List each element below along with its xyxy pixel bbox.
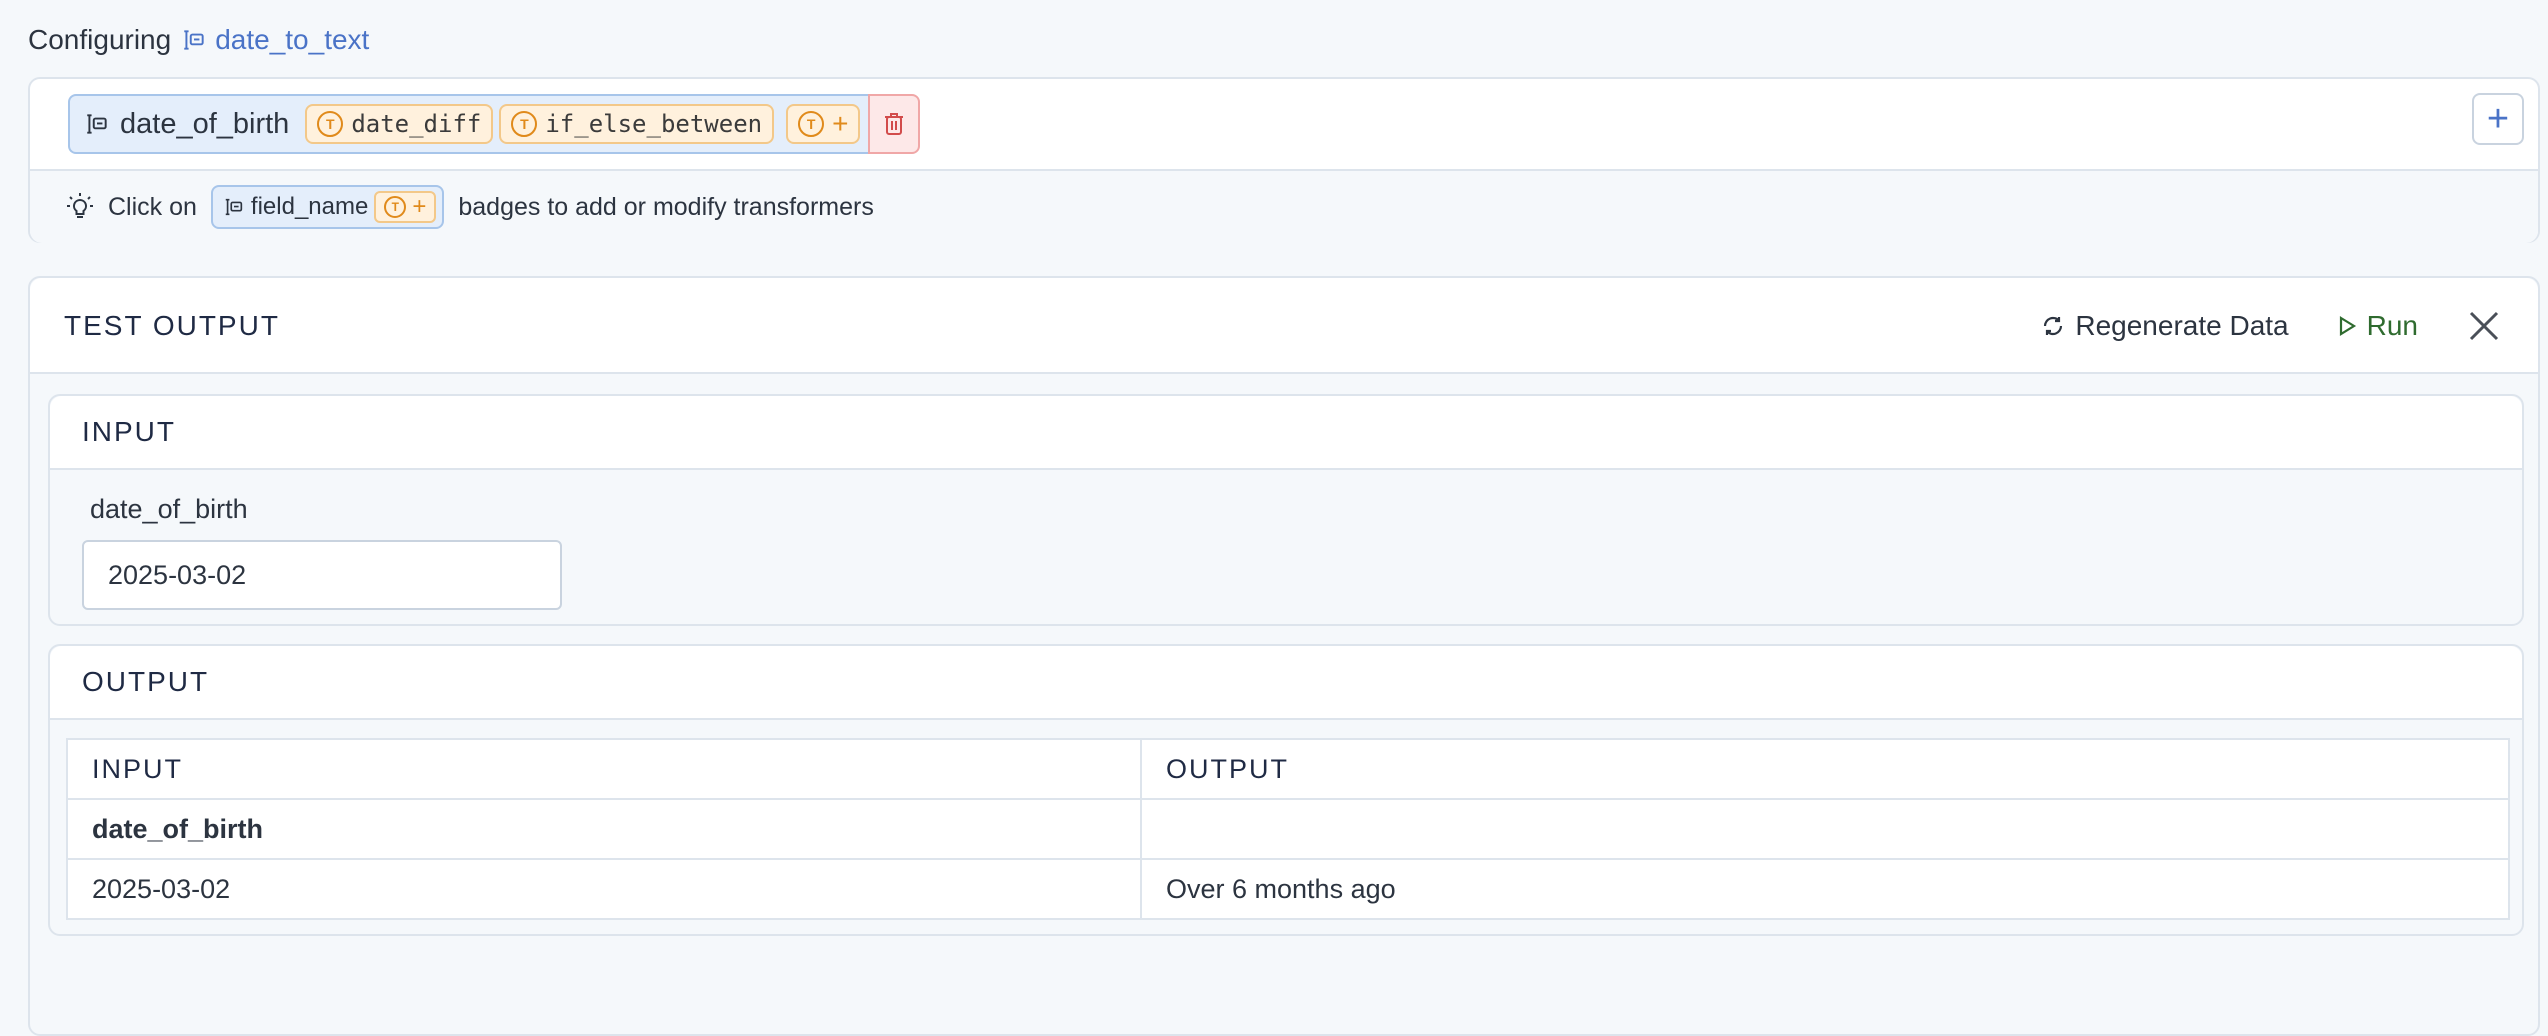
add-field-button[interactable]: +: [2472, 93, 2524, 145]
table-cell-empty: [1140, 798, 2510, 860]
pipeline-field-name: date_of_birth: [120, 107, 290, 140]
hint-trail: badges to add or modify transformers: [458, 192, 874, 221]
pipeline: date_of_birth T date_diff T if_else_betw…: [68, 94, 921, 154]
transformer-name: date_diff: [351, 110, 482, 138]
test-output-title: TEST OUTPUT: [64, 310, 280, 341]
column-header-output: OUTPUT: [1140, 738, 2510, 800]
table-row: 2025-03-02 Over 6 months ago: [66, 858, 2510, 920]
transformer-icon: T: [798, 111, 825, 137]
date-of-birth-input[interactable]: 2025-03-02: [82, 540, 562, 610]
transformer-name: if_else_between: [545, 110, 763, 138]
table-cell-input: 2025-03-02: [66, 858, 1142, 920]
date-of-birth-label: date_of_birth: [90, 494, 248, 524]
hint-field-name: field_name: [250, 193, 369, 220]
field-icon: [87, 114, 107, 134]
transformer-icon: T: [317, 111, 344, 137]
regenerate-data-button[interactable]: Regenerate Data: [2041, 310, 2289, 342]
pipeline-field-group: date_of_birth T date_diff T if_else_betw…: [68, 94, 869, 154]
lightbulb-icon: [67, 193, 93, 218]
trash-icon: [885, 113, 904, 135]
transformer-badge-if-else-between[interactable]: T if_else_between: [499, 104, 775, 144]
field-icon: [184, 30, 204, 50]
transformer-card: date_of_birth T date_diff T if_else_betw…: [28, 77, 2540, 243]
plus-icon: +: [832, 108, 849, 139]
close-icon: [2469, 311, 2499, 341]
hint-transformer-badge: T +: [374, 191, 437, 223]
transformer-icon: T: [384, 196, 407, 218]
transformer-icon: T: [511, 111, 538, 137]
table-cell-field: date_of_birth: [66, 798, 1142, 860]
config-prefix: Configuring: [28, 24, 172, 55]
test-output-header: TEST OUTPUT Regenerate Data Run: [30, 278, 2538, 374]
input-section: INPUT date_of_birth 2025-03-02: [48, 394, 2524, 626]
close-test-output-button[interactable]: [2466, 308, 2502, 344]
regenerate-label: Regenerate Data: [2075, 310, 2289, 341]
config-header: Configuring date_to_text: [28, 20, 369, 60]
config-field-link[interactable]: date_to_text: [181, 24, 369, 56]
pipeline-row: date_of_birth T date_diff T if_else_betw…: [30, 79, 2538, 171]
hint-field-badge: field_name T +: [210, 185, 445, 229]
plus-icon: +: [412, 193, 427, 220]
transformer-badge-date-diff[interactable]: T date_diff: [305, 104, 494, 144]
output-section: OUTPUT INPUT OUTPUT date_of_birth 2025-0…: [48, 644, 2524, 936]
field-icon: [225, 198, 243, 216]
delete-field-button[interactable]: [868, 94, 921, 154]
play-icon: [2339, 316, 2356, 336]
run-button[interactable]: Run: [2337, 310, 2418, 342]
input-section-title: INPUT: [50, 396, 2522, 470]
refresh-icon: [2044, 316, 2063, 336]
column-header-input: INPUT: [66, 738, 1142, 800]
output-section-title: OUTPUT: [50, 646, 2522, 720]
add-transformer-button[interactable]: T +: [786, 104, 861, 144]
output-table: INPUT OUTPUT date_of_birth 2025-03-02 Ov…: [66, 738, 2510, 920]
test-output-actions: Regenerate Data Run: [2041, 278, 2502, 374]
plus-icon: +: [2486, 98, 2510, 140]
run-label: Run: [2366, 310, 2418, 341]
table-cell-output: Over 6 months ago: [1140, 858, 2510, 920]
test-output-panel: TEST OUTPUT Regenerate Data Run INPUT da…: [28, 276, 2540, 1036]
table-header-row: INPUT OUTPUT: [66, 738, 2510, 800]
hint-lead: Click on: [108, 192, 197, 221]
table-row: date_of_birth: [66, 798, 2510, 860]
pipeline-field-badge[interactable]: date_of_birth: [70, 94, 299, 154]
config-field-name: date_to_text: [215, 24, 370, 55]
hint-row: Click on field_name T + badges to add or…: [30, 171, 2538, 243]
